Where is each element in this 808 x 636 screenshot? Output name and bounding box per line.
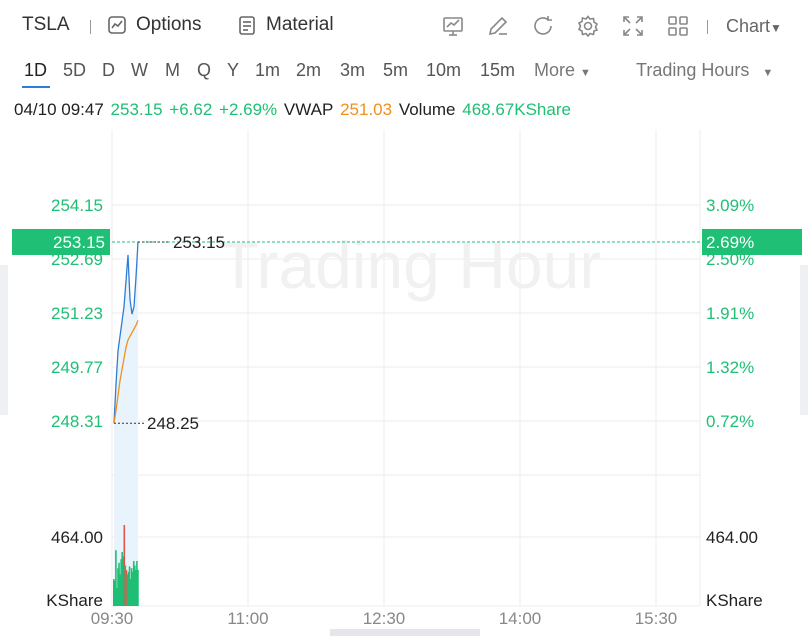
percent-axis-label: 1.91%: [706, 304, 754, 323]
quote-change-pct: +2.69%: [219, 100, 278, 119]
toolbar-divider: [707, 20, 708, 34]
caret-down-icon: ▼: [762, 67, 774, 79]
timeframe-tab-y[interactable]: Y: [227, 60, 239, 81]
low-price-label: 248.25: [147, 414, 199, 433]
percent-axis-label: 1.32%: [706, 358, 754, 377]
price-axis-label: 248.31: [51, 412, 103, 431]
percent-axis-label: 3.09%: [706, 196, 754, 215]
volume-label: Volume: [398, 100, 456, 119]
options-icon: [108, 16, 126, 34]
trading-hours-label: Trading Hours: [636, 60, 750, 80]
layout-icon[interactable]: [666, 14, 690, 38]
draw-icon[interactable]: [486, 14, 510, 38]
quote-change: +6.62: [169, 100, 213, 119]
chart-watermark: Trading Hour: [219, 228, 602, 302]
toolbar-divider: [90, 20, 91, 34]
timeframe-tab-3m[interactable]: 3m: [340, 60, 365, 81]
volume-axis-value-left: 464.00: [51, 528, 103, 547]
quote-price: 253.15: [110, 100, 163, 119]
caret-down-icon: ▼: [580, 67, 591, 79]
timeframe-tab-15m[interactable]: 15m: [480, 60, 515, 81]
timeframe-tab-d[interactable]: D: [102, 60, 115, 81]
timeframe-bar: More ▼ Trading Hours ▼ 1D 5D D W M Q Y 1m 2m 3m 5m…: [0, 56, 808, 88]
settings-icon[interactable]: [576, 14, 600, 38]
timeframe-tab-q[interactable]: Q: [197, 60, 211, 81]
timeframe-tab-m[interactable]: M: [165, 60, 180, 81]
current-price-label: 253.15: [53, 233, 105, 252]
timeframe-tab-5m[interactable]: 5m: [383, 60, 408, 81]
more-label: More: [534, 60, 576, 80]
volume-axis-unit-left: KShare: [46, 591, 103, 610]
high-price-label: 253.15: [173, 233, 225, 252]
trading-hours-dropdown[interactable]: Trading Hours ▼: [636, 60, 773, 81]
time-axis-label: 11:00: [227, 609, 268, 628]
quote-datetime: 04/10 09:47: [14, 100, 104, 119]
intraday-chart[interactable]: Trading Hour 254.15 252.69 251.23 249.77 248.…: [0, 130, 808, 636]
chart-canvas[interactable]: Trading Hour254.15252.69251.23249.77248.…: [0, 130, 808, 636]
time-axis-label: 15:30: [635, 609, 678, 628]
vwap-value: 251.03: [340, 100, 393, 119]
timeframe-tab-1m[interactable]: 1m: [255, 60, 280, 81]
timeframe-tab-5d[interactable]: 5D: [63, 60, 86, 81]
refresh-icon[interactable]: [531, 14, 555, 38]
time-axis-label: 09:30: [91, 609, 134, 628]
bottom-resize-handle[interactable]: [330, 629, 480, 636]
timeframe-tab-10m[interactable]: 10m: [426, 60, 461, 81]
time-axis-label: 12:30: [363, 609, 406, 628]
timeframe-tab-w[interactable]: W: [131, 60, 148, 81]
chart-type-dropdown[interactable]: Chart▼: [726, 16, 782, 37]
active-tab-underline: [22, 86, 50, 88]
percent-axis-label: 0.72%: [706, 412, 754, 431]
volume-axis-value-right: 464.00: [706, 528, 758, 547]
chart-type-label: Chart: [726, 16, 771, 36]
timeframe-tab-1d[interactable]: 1D: [24, 60, 47, 81]
volume-value: 468.67KShare: [462, 100, 571, 119]
document-icon: [239, 16, 255, 35]
price-axis-label: 251.23: [51, 304, 103, 323]
price-axis-label: 254.15: [51, 196, 103, 215]
options-label: Options: [136, 14, 202, 35]
volume-bar: [137, 570, 139, 606]
volume-axis-unit-right: KShare: [706, 591, 763, 610]
material-label: Material: [266, 14, 334, 35]
current-pct-label: 2.69%: [706, 233, 754, 252]
indicator-icon[interactable]: [441, 14, 465, 38]
options-button[interactable]: Options: [106, 14, 201, 36]
time-axis-label: 14:00: [499, 609, 542, 628]
chart-toolbar: TSLA Options Material Chart▼: [0, 0, 808, 52]
vwap-label: VWAP: [283, 100, 334, 119]
price-axis-label: 249.77: [51, 358, 103, 377]
fullscreen-icon[interactable]: [621, 14, 645, 38]
caret-down-icon: ▼: [770, 21, 782, 35]
timeframe-tab-2m[interactable]: 2m: [296, 60, 321, 81]
more-timeframes-dropdown[interactable]: More ▼: [534, 60, 591, 81]
symbol-label[interactable]: TSLA: [22, 14, 70, 36]
symbol-text: TSLA: [22, 14, 70, 35]
quote-info-row: 04/10 09:47 253.15 +6.62 +2.69% VWAP 251…: [14, 100, 573, 120]
material-button[interactable]: Material: [236, 14, 334, 36]
